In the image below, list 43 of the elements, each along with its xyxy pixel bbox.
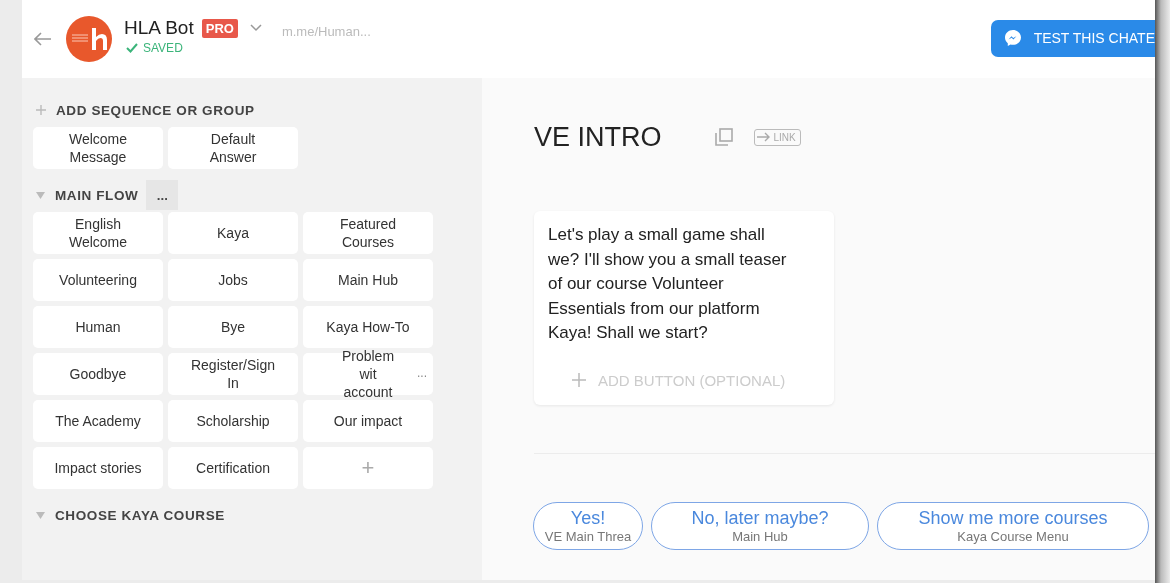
plus-icon bbox=[572, 373, 586, 387]
block-tile[interactable]: Main Hub bbox=[303, 259, 433, 301]
expand-triangle-icon[interactable] bbox=[36, 511, 45, 519]
group-menu-button[interactable]: ... bbox=[146, 180, 179, 210]
saved-status: SAVED bbox=[143, 41, 183, 55]
check-icon bbox=[126, 43, 138, 53]
block-tile[interactable]: The Academy bbox=[33, 400, 163, 442]
block-tile[interactable]: Kaya How-To bbox=[303, 306, 433, 348]
bot-avatar-icon bbox=[66, 16, 112, 62]
back-icon[interactable] bbox=[34, 32, 52, 46]
plus-icon[interactable] bbox=[36, 105, 46, 115]
block-tile[interactable]: Certification bbox=[168, 447, 298, 489]
block-tile[interactable]: Goodbye bbox=[33, 353, 163, 395]
messenger-icon bbox=[1003, 29, 1022, 47]
block-tile[interactable]: Register/Sign In bbox=[168, 353, 298, 395]
block-tile[interactable]: Jobs bbox=[168, 259, 298, 301]
block-tile[interactable]: Scholarship bbox=[168, 400, 298, 442]
test-chatbot-button[interactable]: TEST THIS CHATE bbox=[990, 19, 1155, 57]
quick-reply-button[interactable]: No, later maybe? Main Hub bbox=[651, 501, 869, 550]
block-tile[interactable]: English Welcome bbox=[33, 212, 163, 254]
plan-badge: PRO bbox=[201, 18, 238, 38]
add-sequence-link[interactable]: ADD SEQUENCE OR GROUP bbox=[56, 102, 255, 118]
block-tile[interactable]: Bye bbox=[168, 306, 298, 348]
arrow-icon bbox=[756, 132, 771, 142]
block-tile[interactable]: Human bbox=[33, 306, 163, 348]
block-tile[interactable]: Default Answer bbox=[168, 127, 298, 169]
block-title: VE INTRO bbox=[534, 121, 662, 153]
quick-reply-button[interactable]: Yes! VE Main Threa bbox=[533, 501, 643, 550]
group-title: CHOOSE KAYA COURSE bbox=[55, 507, 225, 523]
block-tile[interactable]: Kaya bbox=[168, 212, 298, 254]
dropdown-chevron-icon[interactable] bbox=[249, 24, 262, 32]
quick-reply-button[interactable]: Show me more courses Kaya Course Menu bbox=[877, 501, 1149, 550]
group-title: MAIN FLOW bbox=[55, 187, 139, 203]
block-tile[interactable]: Welcome Message bbox=[33, 127, 163, 169]
block-tile[interactable]: Volunteering bbox=[33, 259, 163, 301]
block-tile[interactable]: Our impact bbox=[303, 400, 433, 442]
bot-name: HLA Bot bbox=[124, 17, 194, 39]
message-text[interactable]: Let's play a small game shall we? I'll show you a small teaser of our course Volunteer Essentials from our platform Kaya! Shall we start? bbox=[548, 223, 800, 346]
expand-triangle-icon[interactable] bbox=[36, 191, 45, 199]
more-menu-icon[interactable]: ... bbox=[417, 364, 427, 382]
block-tile[interactable]: Impact stories bbox=[33, 447, 163, 489]
block-tile[interactable]: Featured Courses bbox=[303, 212, 433, 254]
copy-icon[interactable] bbox=[713, 127, 734, 147]
